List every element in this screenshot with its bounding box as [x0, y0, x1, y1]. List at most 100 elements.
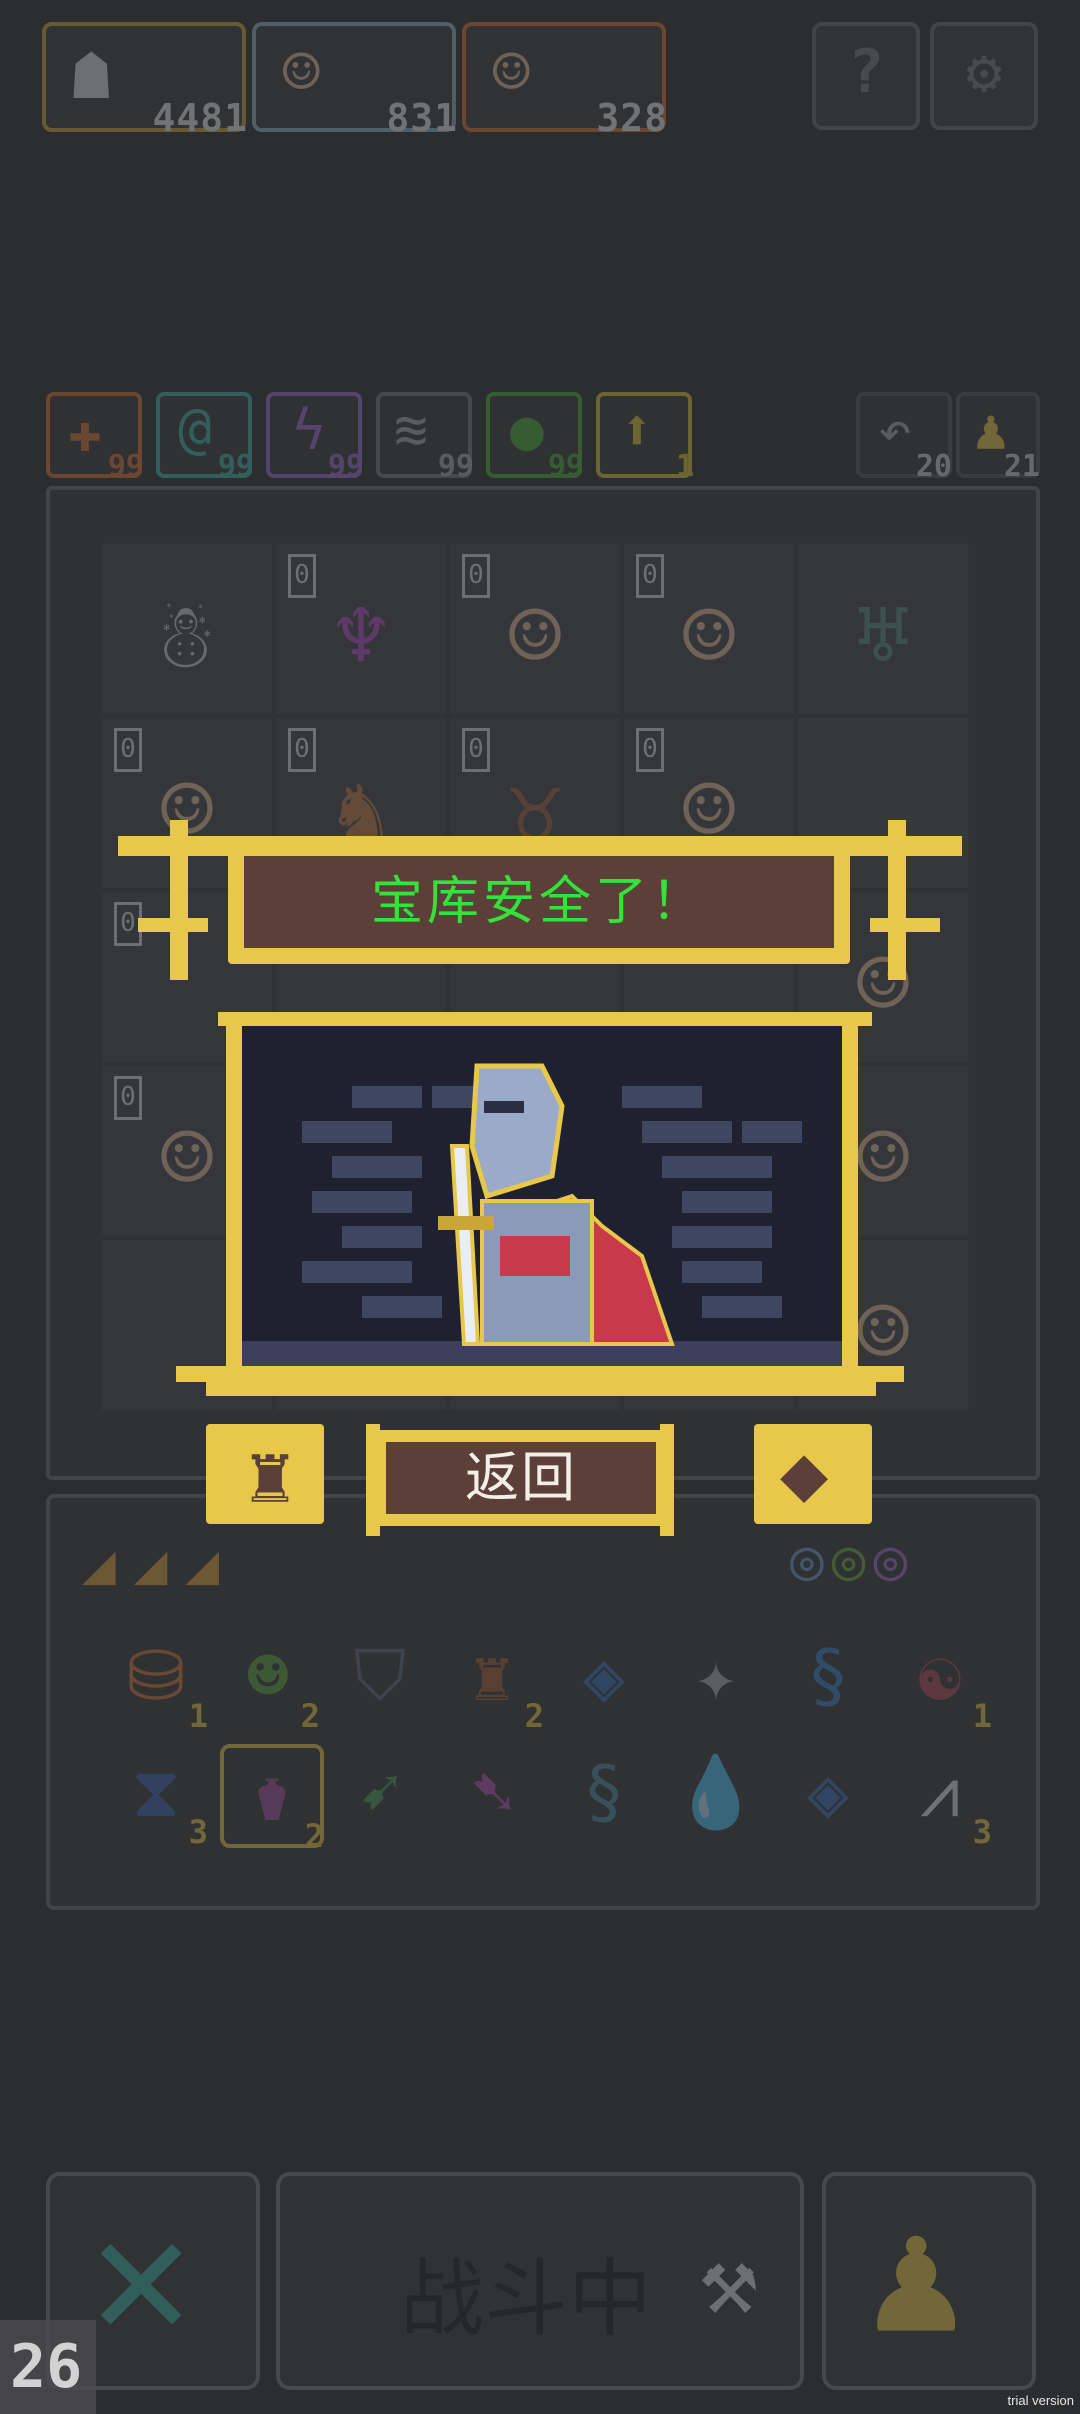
demon-icon: ♆ — [333, 584, 389, 689]
picture-right-pillar — [842, 1026, 858, 1368]
resource-elf-2-count: 328 — [596, 96, 668, 140]
inventory-item-claw[interactable]: ⩘ 3 — [892, 1744, 992, 1848]
picture-top-beam — [218, 1012, 872, 1026]
inventory-item-tornado[interactable]: § — [780, 1628, 876, 1724]
water-drop-icon: ◈ — [582, 1635, 626, 1717]
resource-crowd-count: 4481 — [152, 96, 248, 140]
elf-portrait-icon: ☺ — [492, 36, 531, 110]
ring-slots: ◎◎◎ — [790, 1528, 915, 1593]
grid-cell[interactable]: ☃ — [100, 542, 274, 716]
goblin-icon: ☻ — [246, 1635, 290, 1717]
grid-cell[interactable]: ♅ — [796, 542, 970, 716]
settings-button[interactable]: ⚙ — [930, 22, 1038, 130]
popup-title: 宝库安全了！ — [370, 872, 707, 932]
title-panel: 宝库安全了！ — [244, 856, 834, 948]
inventory-item-shuriken[interactable]: ✦ — [668, 1628, 764, 1724]
picture-left-pillar — [226, 1026, 242, 1368]
shield-icon: ⛉ — [353, 1635, 407, 1717]
blue-ring-icon: ◎ — [790, 1528, 832, 1593]
skeleton-icon: ☃ — [159, 584, 215, 689]
inventory-item-drop[interactable]: 💧 — [668, 1744, 764, 1840]
shuriken-icon: ✦ — [694, 1635, 738, 1717]
help-button[interactable]: ? — [812, 22, 920, 130]
green-blob-icon: ● — [510, 398, 544, 463]
stat-blob: ● 99 — [486, 392, 584, 484]
turn-counter: 26 — [0, 2320, 96, 2414]
resource-crowd: ☗ 4481 — [42, 22, 247, 140]
inventory-item-scroll[interactable]: ♜ 2 — [444, 1628, 544, 1732]
back-button[interactable]: 返回 — [374, 1430, 668, 1526]
lightning-icon: ϟ — [292, 398, 326, 463]
inventory-item-water-tome[interactable]: ◈ — [556, 1628, 652, 1724]
resource-elf-2: ☺ 328 — [462, 22, 667, 140]
close-x-icon: ✕ — [90, 2177, 193, 2375]
title-right-bracket — [870, 918, 940, 932]
inventory-item-potion[interactable]: ⚱ 2 — [220, 1744, 324, 1852]
arrow-icon: ➷ — [470, 1751, 514, 1833]
stat-pawn: ♟ 21 — [956, 392, 1040, 484]
picture-base — [176, 1366, 904, 1382]
green-ring-icon: ◎ — [831, 1528, 874, 1593]
inventory-item-arrow-green[interactable]: ➹ — [332, 1744, 428, 1840]
elder-icon: ☺ — [507, 584, 563, 689]
inventory-item-tornado-2[interactable]: § — [556, 1744, 652, 1840]
grid-cell[interactable]: 0 ☺ — [448, 542, 622, 716]
water-tome-icon: ◈ — [806, 1751, 850, 1833]
help-icon: ? — [847, 37, 885, 107]
gem-icon: ◆ — [780, 1426, 829, 1519]
inventory-item-goblin[interactable]: ☻ 2 — [220, 1628, 320, 1732]
watermark-text: trial version — [1007, 2393, 1074, 2408]
gem-button[interactable]: ◆ — [754, 1424, 872, 1524]
stat-upgrade: ⬆ 1 — [596, 392, 694, 484]
inventory-item-barrel[interactable]: ⛁ 1 — [108, 1628, 208, 1732]
potion-jar-icon: ⚱ — [250, 1755, 294, 1837]
grid-cell[interactable]: 0 ☺ — [622, 542, 796, 716]
barrel-icon: ⛁ — [126, 1635, 186, 1717]
picture-lower-base — [206, 1382, 876, 1396]
tornado-icon: § — [806, 1635, 850, 1717]
stat-swirl: @ 99 — [156, 392, 254, 484]
inventory-item-arrow-purple[interactable]: ➷ — [444, 1744, 540, 1840]
pawn-button[interactable]: ♟ — [822, 2172, 1036, 2390]
back-button-label: 返回 — [465, 1446, 577, 1509]
elf-portrait-icon: ☺ — [681, 584, 737, 689]
battle-status-label: 战斗中 — [400, 2250, 653, 2348]
hammer-icon: ⚒ — [700, 2224, 758, 2336]
return-icon: ↶ — [878, 398, 912, 463]
ramp-tiles-icon: ◢◢◢ — [82, 1532, 238, 1597]
stat-lightning: ϟ 99 — [266, 392, 364, 484]
hourglass-icon: ⧗ — [131, 1751, 181, 1833]
inventory-item-mask[interactable]: ☯ 1 — [892, 1628, 992, 1732]
inventory-item-hourglass[interactable]: ⧗ 3 — [108, 1744, 208, 1848]
tornado-icon: § — [582, 1751, 626, 1833]
brick-wall-icon — [242, 1063, 842, 1366]
keyhole-icon: ♜ — [246, 1428, 295, 1521]
up-arrow-icon: ⬆ — [620, 398, 654, 463]
stat-return: ↶ 20 — [856, 392, 952, 484]
elf-portrait-icon: ☺ — [282, 36, 321, 110]
pawn-icon: ♟ — [974, 398, 1008, 463]
inventory-item-water-tome-2[interactable]: ◈ — [780, 1744, 876, 1840]
title-left-post — [170, 820, 188, 980]
knight-scene — [242, 1026, 842, 1366]
stat-wings: ≋ 99 — [376, 392, 474, 484]
stat-attack: ✚ 99 — [46, 392, 144, 484]
swirl-icon: @ — [178, 396, 212, 461]
crowd-icon: ☗ — [72, 40, 111, 114]
battle-status-button[interactable]: 战斗中 ⚒ — [276, 2172, 804, 2390]
attack-plus-icon: ✚ — [68, 400, 102, 465]
inventory-item-shield[interactable]: ⛉ — [332, 1628, 428, 1724]
vault-door-button[interactable]: ♜ — [206, 1424, 324, 1524]
settings-gear-icon: ⚙ — [965, 37, 1003, 107]
purple-ring-icon: ◎ — [873, 1528, 916, 1593]
grid-cell[interactable]: 0 ♆ — [274, 542, 448, 716]
resource-elf-1: ☺ 831 — [252, 22, 457, 140]
title-left-bracket — [138, 918, 208, 932]
claw-icon: ⩘ — [920, 1751, 960, 1833]
scroll-icon: ♜ — [470, 1635, 514, 1717]
resource-elf-1-count: 831 — [386, 96, 458, 140]
squid-icon: ♅ — [855, 584, 911, 689]
wings-icon: ≋ — [394, 398, 428, 463]
mask-icon: ☯ — [918, 1635, 962, 1717]
pawn-icon: ♟ — [868, 2182, 965, 2369]
